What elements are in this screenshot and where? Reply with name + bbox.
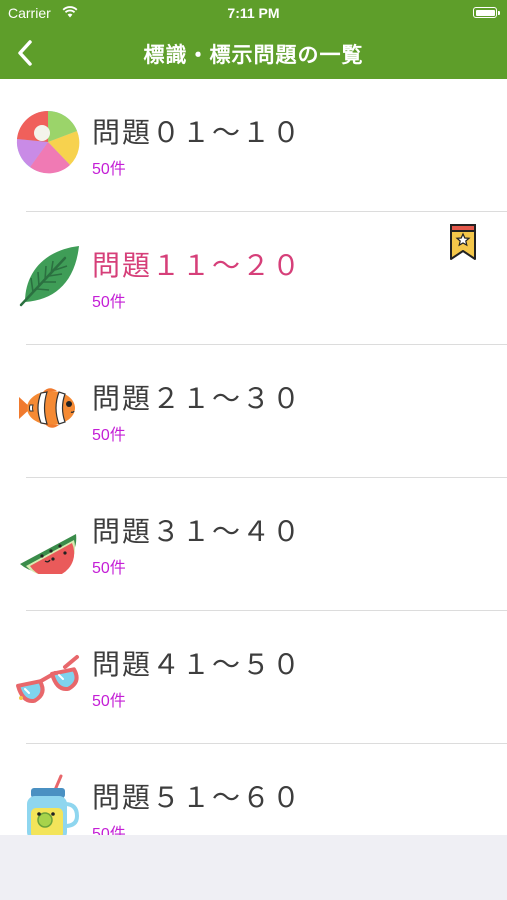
clownfish-icon xyxy=(19,388,75,428)
lemonade-jar-icon xyxy=(27,774,80,835)
row-count: 50件 xyxy=(92,693,126,710)
list-item[interactable]: 問題１１～２０ 50件 xyxy=(0,212,507,345)
question-set-list: 問題０１～１０ 50件 問題１１～２０ 50件 問題２１～３０ 50件 問題３１… xyxy=(0,79,507,835)
row-title: 問題２１～３０ xyxy=(92,382,303,415)
status-bar: Carrier 7:11 PM xyxy=(0,0,507,26)
row-title: 問題５１～６０ xyxy=(92,781,303,814)
list-item[interactable]: 問題０１～１０ 50件 xyxy=(0,79,507,212)
navigation-bar: 標識・標示問題の一覧 xyxy=(0,26,507,79)
bookmark-star-icon[interactable] xyxy=(448,222,478,262)
row-count: 50件 xyxy=(92,560,126,577)
row-count: 50件 xyxy=(92,161,126,178)
beach-ball-icon xyxy=(16,110,80,174)
leaf-icon xyxy=(19,246,79,307)
watermelon-icon xyxy=(20,534,77,574)
row-count: 50件 xyxy=(92,826,126,835)
list-item[interactable]: 問題４１～５０ 50件 xyxy=(0,611,507,744)
row-title: 問題３１～４０ xyxy=(92,515,303,548)
list-item[interactable]: 問題２１～３０ 50件 xyxy=(0,345,507,478)
row-title: 問題１１～２０ xyxy=(92,249,303,282)
list-item[interactable]: 問題５１～６０ 50件 xyxy=(0,744,507,835)
bottom-bar xyxy=(0,835,507,900)
row-title: 問題４１～５０ xyxy=(92,648,303,681)
battery-icon xyxy=(473,7,500,18)
row-count: 50件 xyxy=(92,294,126,311)
page-title: 標識・標示問題の一覧 xyxy=(143,43,364,67)
row-title: 問題０１～１０ xyxy=(92,116,303,149)
list-item[interactable]: 問題３１～４０ 50件 xyxy=(0,478,507,611)
row-count: 50件 xyxy=(92,427,126,444)
status-time: 7:11 PM xyxy=(227,5,280,21)
sunglasses-icon xyxy=(16,655,79,703)
